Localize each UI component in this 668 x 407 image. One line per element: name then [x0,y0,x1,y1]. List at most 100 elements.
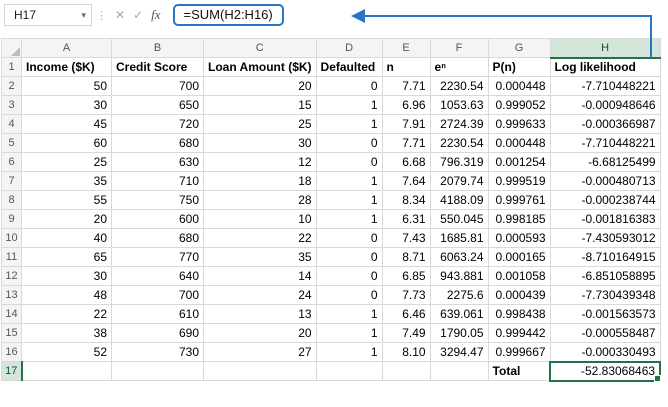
cell-G4[interactable]: 0.999633 [488,115,550,134]
cancel-icon[interactable]: ✕ [115,8,125,22]
cell-D3[interactable]: 1 [316,96,382,115]
cell-F3[interactable]: 1053.63 [430,96,488,115]
cell-A11[interactable]: 65 [22,248,112,267]
cell-B3[interactable]: 650 [112,96,204,115]
cell-C3[interactable]: 15 [204,96,317,115]
cell-A6[interactable]: 25 [22,153,112,172]
row-header-3[interactable]: 3 [2,96,22,115]
cell-B15[interactable]: 690 [112,324,204,343]
cell-D17[interactable] [316,362,382,381]
cell-A5[interactable]: 60 [22,134,112,153]
cell-B6[interactable]: 630 [112,153,204,172]
cell-B4[interactable]: 720 [112,115,204,134]
cell-E13[interactable]: 7.73 [382,286,430,305]
cell-F9[interactable]: 550.045 [430,210,488,229]
cell-F6[interactable]: 796.319 [430,153,488,172]
cell-A15[interactable]: 38 [22,324,112,343]
cell-H4[interactable]: -0.000366987 [550,115,660,134]
column-header-G[interactable]: G [488,39,550,58]
cell-F8[interactable]: 4188.09 [430,191,488,210]
row-header-2[interactable]: 2 [2,77,22,96]
cell-G9[interactable]: 0.998185 [488,210,550,229]
cell-E14[interactable]: 6.46 [382,305,430,324]
cell-D10[interactable]: 0 [316,229,382,248]
row-header-8[interactable]: 8 [2,191,22,210]
cell-B8[interactable]: 750 [112,191,204,210]
cell-C9[interactable]: 10 [204,210,317,229]
cell-H10[interactable]: -7.430593012 [550,229,660,248]
cell-H15[interactable]: -0.000558487 [550,324,660,343]
column-header-C[interactable]: C [204,39,317,58]
column-header-E[interactable]: E [382,39,430,58]
cell-H16[interactable]: -0.000330493 [550,343,660,362]
cell-E11[interactable]: 8.71 [382,248,430,267]
cell-C15[interactable]: 20 [204,324,317,343]
cell-D1[interactable]: Defaulted [316,58,382,77]
cell-F5[interactable]: 2230.54 [430,134,488,153]
cell-E17[interactable] [382,362,430,381]
cell-D8[interactable]: 1 [316,191,382,210]
cell-F17[interactable] [430,362,488,381]
cell-C14[interactable]: 13 [204,305,317,324]
column-header-H[interactable]: H [550,39,660,58]
column-header-B[interactable]: B [112,39,204,58]
cell-G12[interactable]: 0.001058 [488,267,550,286]
cell-C16[interactable]: 27 [204,343,317,362]
row-header-5[interactable]: 5 [2,134,22,153]
cell-G5[interactable]: 0.000448 [488,134,550,153]
cell-H3[interactable]: -0.000948646 [550,96,660,115]
cell-A9[interactable]: 20 [22,210,112,229]
cell-F13[interactable]: 2275.6 [430,286,488,305]
insert-function-icon[interactable]: fx [151,7,160,23]
cell-E8[interactable]: 8.34 [382,191,430,210]
cell-C12[interactable]: 14 [204,267,317,286]
cell-H5[interactable]: -7.710448221 [550,134,660,153]
cell-D16[interactable]: 1 [316,343,382,362]
cell-H12[interactable]: -6.851058895 [550,267,660,286]
row-header-16[interactable]: 16 [2,343,22,362]
cell-A3[interactable]: 30 [22,96,112,115]
cell-B2[interactable]: 700 [112,77,204,96]
cell-G6[interactable]: 0.001254 [488,153,550,172]
row-header-7[interactable]: 7 [2,172,22,191]
cell-E16[interactable]: 8.10 [382,343,430,362]
cell-G3[interactable]: 0.999052 [488,96,550,115]
cell-E3[interactable]: 6.96 [382,96,430,115]
row-header-1[interactable]: 1 [2,58,22,77]
cell-C6[interactable]: 12 [204,153,317,172]
row-header-4[interactable]: 4 [2,115,22,134]
cell-C7[interactable]: 18 [204,172,317,191]
cell-B16[interactable]: 730 [112,343,204,362]
cell-B17[interactable] [112,362,204,381]
cell-A14[interactable]: 22 [22,305,112,324]
cell-G14[interactable]: 0.998438 [488,305,550,324]
cell-G1[interactable]: P(n) [488,58,550,77]
cell-D4[interactable]: 1 [316,115,382,134]
cell-D2[interactable]: 0 [316,77,382,96]
cell-F11[interactable]: 6063.24 [430,248,488,267]
row-header-15[interactable]: 15 [2,324,22,343]
cell-A2[interactable]: 50 [22,77,112,96]
cell-D11[interactable]: 0 [316,248,382,267]
cell-B12[interactable]: 640 [112,267,204,286]
selected-cell-H17[interactable]: -52.83068463 [550,362,660,381]
cell-A17[interactable] [22,362,112,381]
cell-H11[interactable]: -8.710164915 [550,248,660,267]
cell-H1[interactable]: Log likelihood [550,58,660,77]
cell-G7[interactable]: 0.999519 [488,172,550,191]
cell-A7[interactable]: 35 [22,172,112,191]
cell-A4[interactable]: 45 [22,115,112,134]
column-header-F[interactable]: F [430,39,488,58]
cell-F2[interactable]: 2230.54 [430,77,488,96]
cell-G2[interactable]: 0.000448 [488,77,550,96]
row-header-11[interactable]: 11 [2,248,22,267]
cell-D15[interactable]: 1 [316,324,382,343]
cell-C13[interactable]: 24 [204,286,317,305]
cell-H6[interactable]: -6.68125499 [550,153,660,172]
cell-E4[interactable]: 7.91 [382,115,430,134]
cell-B9[interactable]: 600 [112,210,204,229]
cell-E10[interactable]: 7.43 [382,229,430,248]
cell-A13[interactable]: 48 [22,286,112,305]
cell-H14[interactable]: -0.001563573 [550,305,660,324]
cell-C17[interactable] [204,362,317,381]
